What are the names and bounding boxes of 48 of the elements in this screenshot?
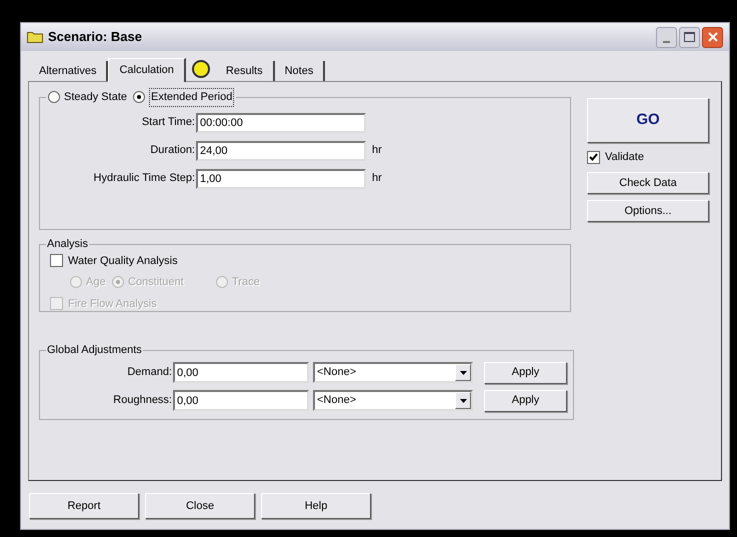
input-field[interactable]: 24,00 [196, 140, 366, 160]
field-label: Duration: [149, 143, 196, 158]
unit-label: hr [372, 171, 382, 186]
tab[interactable]: Calculation [108, 58, 186, 82]
minimize-button[interactable] [656, 26, 677, 48]
input-field[interactable]: 00:00:00 [196, 112, 366, 132]
radio-button[interactable] [133, 91, 145, 104]
dropdown[interactable]: <None> [313, 390, 473, 411]
group-title: Analysis [46, 237, 89, 252]
checkbox-label: Fire Flow Analysis [68, 296, 157, 312]
field-label: Roughness: [112, 393, 173, 408]
maximize-icon [684, 32, 695, 42]
apply-button[interactable]: Apply [484, 362, 567, 384]
radio-label: Trace [232, 275, 260, 290]
dialog-button[interactable]: Help [261, 493, 371, 519]
close-icon [708, 32, 718, 42]
maximize-button[interactable] [679, 26, 700, 48]
dropdown[interactable]: <None> [313, 362, 473, 383]
dialog-button[interactable]: Report [29, 493, 139, 519]
field-label: Start Time: [140, 115, 196, 130]
group-title: Global Adjustments [46, 343, 143, 358]
radio-label: Extended Period [149, 88, 234, 106]
window-title: Scenario: Base [48, 28, 142, 46]
checkbox-label: Validate [605, 150, 644, 165]
tab[interactable]: Results [216, 61, 275, 81]
unit-label: hr [372, 143, 382, 158]
close-button[interactable] [702, 26, 723, 48]
dialog-button[interactable]: Check Data [587, 172, 709, 194]
apply-button[interactable]: Apply [484, 390, 567, 412]
checkbox-label: Water Quality Analysis [68, 254, 178, 268]
input-field[interactable]: 0,00 [173, 390, 309, 411]
input-field[interactable]: 1,00 [196, 168, 366, 188]
radio-button[interactable] [48, 91, 60, 104]
checkbox[interactable] [50, 254, 63, 268]
minimize-icon [663, 40, 670, 42]
dialog-button[interactable]: Close [145, 493, 255, 519]
checkbox[interactable] [587, 150, 600, 164]
dialog-button[interactable]: Options... [587, 200, 709, 222]
status-indicator-icon [192, 60, 210, 78]
field-label: Hydraulic Time Step: [92, 171, 196, 186]
radio-label: Age [86, 275, 106, 290]
radio-label: Steady State [64, 90, 127, 105]
tab[interactable]: Notes [274, 61, 326, 81]
field-label: Demand: [126, 365, 173, 380]
folder-icon [27, 31, 43, 43]
input-field[interactable]: 0,00 [173, 362, 309, 383]
go-button[interactable]: GO [587, 98, 709, 143]
radio-label: Constituent [128, 275, 184, 290]
